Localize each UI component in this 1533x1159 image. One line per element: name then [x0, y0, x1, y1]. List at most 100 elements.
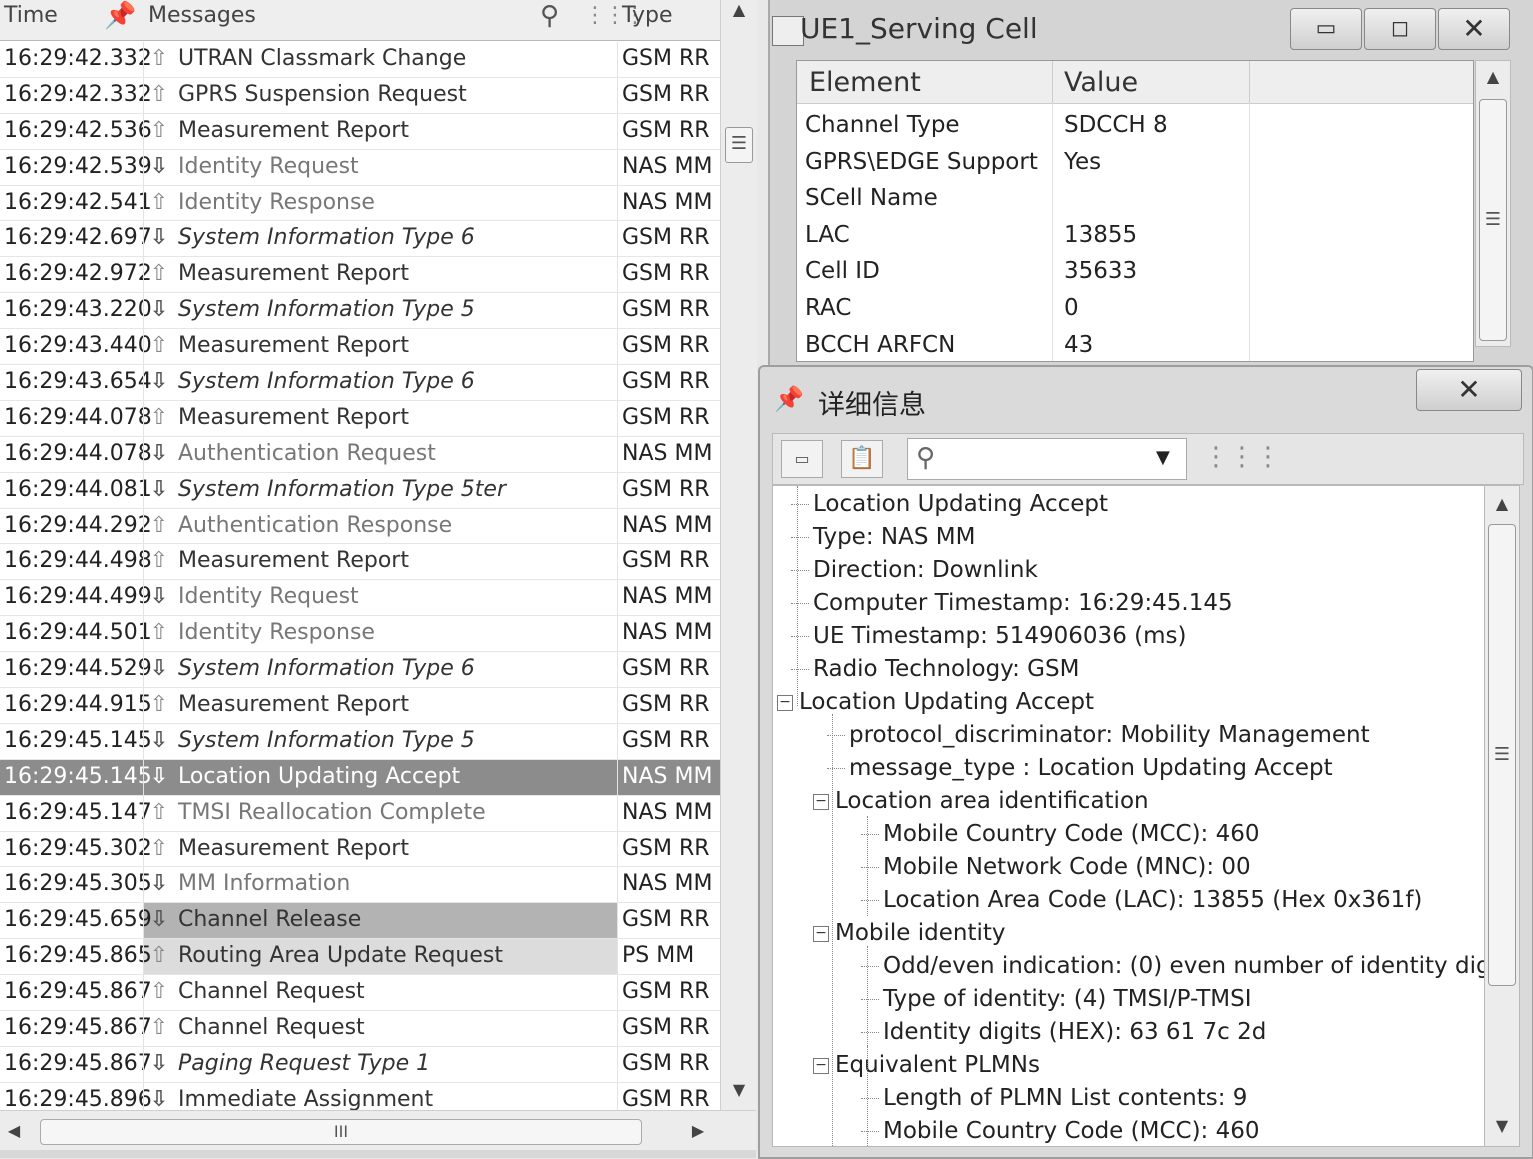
log-row[interactable]: 16:29:44.078 ⇧ Measurement Report GSM RR [0, 400, 720, 437]
log-vertical-scrollbar[interactable]: ▲ ☰ ▼ [720, 0, 757, 1110]
tree-node[interactable]: message_type : Location Updating Accept [827, 752, 1333, 785]
log-row[interactable]: 16:29:45.659 ⇩ Channel Release GSM RR [0, 903, 720, 940]
log-row[interactable]: 16:29:42.332 ⇧ GPRS Suspension Request GSM … [0, 77, 720, 114]
tree-node[interactable]: Computer Timestamp: 16:29:45.145 [791, 587, 1233, 620]
log-row[interactable]: 16:29:44.498 ⇧ Measurement Report GSM RR [0, 544, 720, 581]
tree-node[interactable]: Type: NAS MM [791, 521, 975, 554]
log-row[interactable]: 16:29:44.081 ⇩ System Information Type 5te… [0, 472, 720, 509]
tree-node[interactable]: Type of identity: (4) TMSI/P-TMSI [861, 983, 1252, 1016]
time-column-header[interactable]: Time [4, 0, 58, 40]
tree-connector [791, 537, 809, 538]
chevron-down-icon[interactable]: ▼ [1156, 447, 1170, 468]
value-column-header[interactable]: Value [1064, 61, 1138, 105]
scroll-thumb[interactable]: ☰ [1488, 524, 1516, 986]
pin-icon[interactable]: 📌 [774, 385, 804, 413]
tree-node[interactable]: Radio Technology: GSM [791, 653, 1079, 686]
tree-node[interactable]: Direction: Downlink [791, 554, 1038, 587]
search-box[interactable]: ⚲ ▼ [907, 438, 1187, 480]
log-row[interactable]: 16:29:44.078 ⇩ Authentication Request NAS M… [0, 436, 720, 473]
scroll-up-icon[interactable]: ▲ [1483, 67, 1503, 87]
maximize-button[interactable]: ◻ [1364, 8, 1436, 50]
scroll-left-icon[interactable]: ◀ [4, 1121, 24, 1141]
tree-node[interactable]: Mobile Country Code (MCC): 460 [861, 818, 1260, 851]
grid-icon[interactable]: ⋮⋮⋮ [1203, 442, 1281, 472]
collapse-toggle-icon[interactable]: − [777, 694, 793, 711]
log-row[interactable]: 16:29:45.867 ⇧ Channel Request GSM RR [0, 1011, 720, 1047]
log-row[interactable]: 16:29:42.539 ⇩ Identity Request NAS MM [0, 149, 720, 186]
search-input[interactable] [952, 443, 1136, 475]
close-button[interactable]: ✕ [1438, 8, 1510, 50]
downlink-arrow-icon: ⇩ [149, 476, 169, 502]
log-horizontal-scrollbar[interactable]: ◀ III ▶ [0, 1110, 756, 1151]
log-row[interactable]: 16:29:44.529 ⇩ System Information Type 6 GS… [0, 652, 720, 689]
tree-node[interactable]: Odd/even indication: (0) even number of … [861, 950, 1485, 983]
log-row[interactable]: 16:29:45.145 ⇩ Location Updating Accept NAS… [0, 759, 720, 796]
collapse-toggle-icon[interactable]: − [813, 925, 829, 942]
log-row[interactable]: 16:29:45.865 ⇧ Routing Area Update Request… [0, 939, 720, 976]
collapse-toggle-icon[interactable]: − [813, 793, 829, 810]
detail-vertical-scrollbar[interactable]: ▲ ☰ ▼ [1484, 485, 1520, 1147]
log-row[interactable]: 16:29:43.220 ⇩ System Information Type 5 GS… [0, 293, 720, 330]
scroll-thumb[interactable]: ☰ [1479, 99, 1507, 341]
collapse-toggle-icon[interactable]: − [813, 1057, 829, 1074]
pin-icon[interactable]: 📌 [104, 0, 136, 40]
log-row[interactable]: 16:29:42.536 ⇧ Measurement Report GSM RR [0, 113, 720, 150]
tree-node[interactable]: Length of PLMN List contents: 9 [861, 1082, 1247, 1115]
search-icon[interactable]: ⚲ [540, 0, 559, 40]
grid-row[interactable]: Cell ID 35633 [797, 253, 1473, 289]
scroll-down-icon[interactable]: ▼ [1492, 1116, 1512, 1136]
log-row[interactable]: 16:29:45.867 ⇧ Channel Request GSM RR [0, 975, 720, 1012]
tree-node-expandable[interactable]: − Location Updating Accept [777, 686, 1094, 719]
log-row[interactable]: 16:29:44.915 ⇧ Measurement Report GSM RR [0, 688, 720, 724]
log-row[interactable]: 16:29:43.654 ⇩ System Information Type 6 GS… [0, 365, 720, 401]
tree-node[interactable]: Identity digits (HEX): 63 61 7c 2d [861, 1016, 1266, 1049]
log-row[interactable]: 16:29:42.541 ⇧ Identity Response NAS MM [0, 185, 720, 222]
scroll-right-icon[interactable]: ▶ [688, 1121, 708, 1141]
element-column-header[interactable]: Element [809, 61, 921, 105]
grid-row[interactable]: Channel Type SDCCH 8 [797, 107, 1473, 143]
grid-row[interactable]: LAC 13855 [797, 217, 1473, 253]
tree-node[interactable]: protocol_discriminator: Mobility Managem… [827, 719, 1370, 752]
tree-node[interactable]: Mobile Country Code (MCC): 460 [861, 1115, 1260, 1146]
tree-node-expandable[interactable]: − Location area identification [813, 785, 1149, 818]
tree-node[interactable]: Mobile Network Code (MNC): 00 [861, 851, 1251, 884]
log-row[interactable]: 16:29:45.305 ⇩ MM Information NAS MM [0, 867, 720, 904]
log-row[interactable]: 16:29:45.302 ⇧ Measurement Report GSM RR [0, 831, 720, 868]
scroll-down-icon[interactable]: ▼ [729, 1080, 749, 1100]
log-row[interactable]: 16:29:44.499 ⇩ Identity Request NAS MM [0, 580, 720, 617]
log-row[interactable]: 16:29:44.292 ⇧ Authentication Response NAS … [0, 508, 720, 545]
log-row[interactable]: 16:29:44.501 ⇧ Identity Response NAS MM [0, 616, 720, 653]
log-row[interactable]: 16:29:45.147 ⇧ TMSI Reallocation Complete N… [0, 795, 720, 832]
log-row[interactable]: 16:29:43.440 ⇧ Measurement Report GSM RR [0, 329, 720, 366]
horizontal-scroll-thumb[interactable]: III [40, 1119, 642, 1145]
tree-node-expandable[interactable]: − Equivalent PLMNs [813, 1049, 1040, 1082]
log-row[interactable]: 16:29:42.332 ⇧ UTRAN Classmark Change GSM R… [0, 42, 720, 78]
close-button[interactable]: ✕ [1416, 369, 1522, 411]
scroll-up-icon[interactable]: ▲ [1492, 494, 1512, 514]
search-icon: ⚲ [916, 443, 936, 473]
column-divider [143, 472, 144, 508]
tree-node[interactable]: Location Area Code (LAC): 13855 (Hex 0x3… [861, 884, 1422, 917]
minimize-button[interactable]: ▭ [1290, 8, 1362, 50]
log-row[interactable]: 16:29:45.145 ⇩ System Information Type 5 GS… [0, 723, 720, 760]
type-column-header[interactable]: Type [622, 0, 673, 40]
value-cell: Yes [1064, 148, 1102, 175]
tree-node[interactable]: UE Timestamp: 514906036 (ms) [791, 620, 1186, 653]
grid-row[interactable]: BCCH ARFCN 43 [797, 327, 1473, 361]
tree-node[interactable]: Location Updating Accept [791, 488, 1108, 521]
clipboard-icon[interactable]: 📋 [841, 440, 883, 478]
log-row[interactable]: 16:29:42.972 ⇧ Measurement Report GSM RR [0, 257, 720, 294]
grid-row[interactable]: GPRS\EDGE Support Yes [797, 144, 1473, 180]
scroll-up-icon[interactable]: ▲ [729, 0, 749, 20]
grid-row[interactable]: SCell Name [797, 180, 1473, 216]
log-row[interactable]: 16:29:45.896 ⇩ Immediate Assignment GSM RR [0, 1082, 720, 1110]
scroll-thumb[interactable]: ☰ [725, 127, 753, 163]
tree-node-expandable[interactable]: − Mobile identity [813, 917, 1006, 950]
grid-row[interactable]: RAC 0 [797, 290, 1473, 326]
messages-column-header[interactable]: Messages [148, 0, 256, 40]
log-row[interactable]: 16:29:42.697 ⇩ System Information Type 6 GS… [0, 221, 720, 258]
log-row[interactable]: 16:29:45.867 ⇩ Paging Request Type 1 GSM RR [0, 1046, 720, 1083]
column-divider [143, 616, 144, 652]
cell-vertical-scrollbar[interactable]: ▲ ☰ [1475, 60, 1511, 347]
hex-view-icon[interactable]: ▭ [781, 440, 823, 478]
